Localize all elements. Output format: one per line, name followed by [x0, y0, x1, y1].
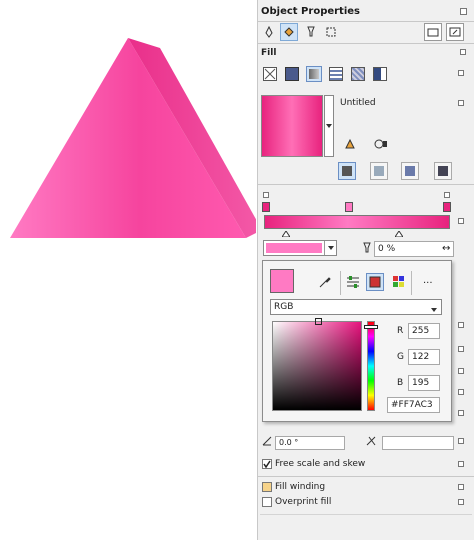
free-scale-pin-icon[interactable] [458, 461, 464, 467]
frame-icon[interactable] [424, 23, 442, 41]
section-pin-icon[interactable] [458, 368, 464, 374]
color-stop-start[interactable] [262, 202, 270, 212]
two-color-pattern-fill-icon[interactable] [373, 67, 387, 81]
fill-section-title: Fill [261, 48, 277, 58]
section-pin-icon[interactable] [458, 322, 464, 328]
gradient-settings-icon[interactable] [374, 138, 388, 153]
transparency-slider-icon[interactable]: ↔ [442, 243, 450, 254]
node-marker-icon[interactable] [263, 192, 269, 198]
panel-title: Object Properties [261, 6, 361, 17]
midpoint-marker-icon[interactable] [281, 230, 291, 240]
vector-pattern-fill-icon[interactable] [329, 67, 343, 81]
color-picker-popup: ... RGB R 255 G 122 B 195 #FF7AC3 [262, 260, 452, 422]
rectangular-gradient-button[interactable] [434, 162, 452, 180]
save-gradient-icon[interactable] [344, 138, 356, 153]
hue-slider[interactable] [367, 321, 375, 411]
fill-type-pin-icon[interactable] [458, 70, 464, 76]
node-color-dropdown[interactable] [263, 240, 337, 256]
g-label: G [397, 352, 404, 362]
section-pin-icon[interactable] [458, 389, 464, 395]
color-field-cursor[interactable] [315, 318, 322, 325]
outline-pen-icon[interactable] [260, 23, 278, 41]
overprint-label: Overprint fill [275, 497, 332, 507]
section-pin-icon[interactable] [458, 410, 464, 416]
skew-icon [366, 436, 376, 449]
conical-gradient-button[interactable] [401, 162, 419, 180]
overprint-checkbox[interactable] [262, 497, 272, 507]
hex-input[interactable]: #FF7AC3 [387, 397, 440, 413]
drawing-canvas[interactable] [0, 0, 262, 540]
fill-winding-label: Fill winding [275, 482, 326, 492]
fountain-fill-icon[interactable] [306, 66, 322, 82]
color-stop-end[interactable] [443, 202, 451, 212]
hue-slider-handle[interactable] [364, 325, 378, 329]
current-color-swatch [270, 269, 294, 293]
fill-winding-pin-icon[interactable] [458, 484, 464, 490]
text-frame-icon[interactable] [446, 23, 464, 41]
color-field[interactable] [272, 321, 362, 411]
eyedropper-icon[interactable] [318, 275, 332, 292]
node-transparency-icon [362, 242, 372, 257]
section-pin-icon[interactable] [458, 346, 464, 352]
dimension-icon[interactable] [322, 23, 340, 41]
panel-close-icon[interactable] [460, 8, 467, 15]
pyramid-shape[interactable] [0, 0, 262, 540]
overprint-pin-icon[interactable] [458, 499, 464, 505]
gradient-preview-swatch[interactable] [261, 95, 323, 157]
free-scale-label: Free scale and skew [275, 459, 366, 469]
transparency-glass-icon[interactable] [302, 23, 320, 41]
fill-winding-checkbox[interactable] [262, 482, 272, 492]
fill-section-pin-icon[interactable] [460, 49, 466, 55]
color-viewer-button[interactable] [366, 273, 384, 291]
elliptical-gradient-button[interactable] [370, 162, 388, 180]
color-model-select[interactable]: RGB [270, 299, 442, 315]
gradient-preset-dropdown[interactable] [324, 95, 334, 157]
angle-pin-icon[interactable] [458, 438, 464, 444]
uniform-fill-icon[interactable] [285, 67, 299, 81]
b-input[interactable]: 195 [408, 375, 440, 391]
b-label: B [397, 378, 404, 388]
color-stop-middle[interactable] [345, 202, 353, 212]
more-options-button[interactable]: ... [423, 275, 433, 286]
linear-gradient-button[interactable] [338, 162, 356, 180]
skew-input[interactable] [382, 436, 454, 450]
fill-bucket-icon[interactable] [280, 23, 298, 41]
bitmap-pattern-fill-icon[interactable] [351, 67, 365, 81]
color-sliders-icon[interactable] [346, 275, 360, 292]
gradient-bar[interactable] [264, 215, 450, 229]
panel-titlebar: Object Properties [258, 4, 474, 20]
pyramid-front-face [10, 38, 246, 238]
angle-input[interactable]: 0.0 ° [275, 436, 345, 450]
free-scale-checkbox[interactable] [262, 459, 272, 469]
node-marker-icon[interactable] [444, 192, 450, 198]
gradient-pin-icon[interactable] [458, 100, 464, 106]
r-label: R [397, 326, 404, 336]
g-input[interactable]: 122 [408, 349, 440, 365]
angle-icon [262, 436, 272, 449]
r-input[interactable]: 255 [408, 323, 440, 339]
no-fill-icon[interactable] [263, 67, 277, 81]
gradient-name-label: Untitled [340, 98, 376, 108]
color-palette-icon[interactable] [392, 275, 406, 292]
midpoint-marker-icon[interactable] [394, 230, 404, 240]
color-model-value: RGB [274, 302, 294, 312]
gradient-bar-pin-icon[interactable] [458, 218, 464, 224]
